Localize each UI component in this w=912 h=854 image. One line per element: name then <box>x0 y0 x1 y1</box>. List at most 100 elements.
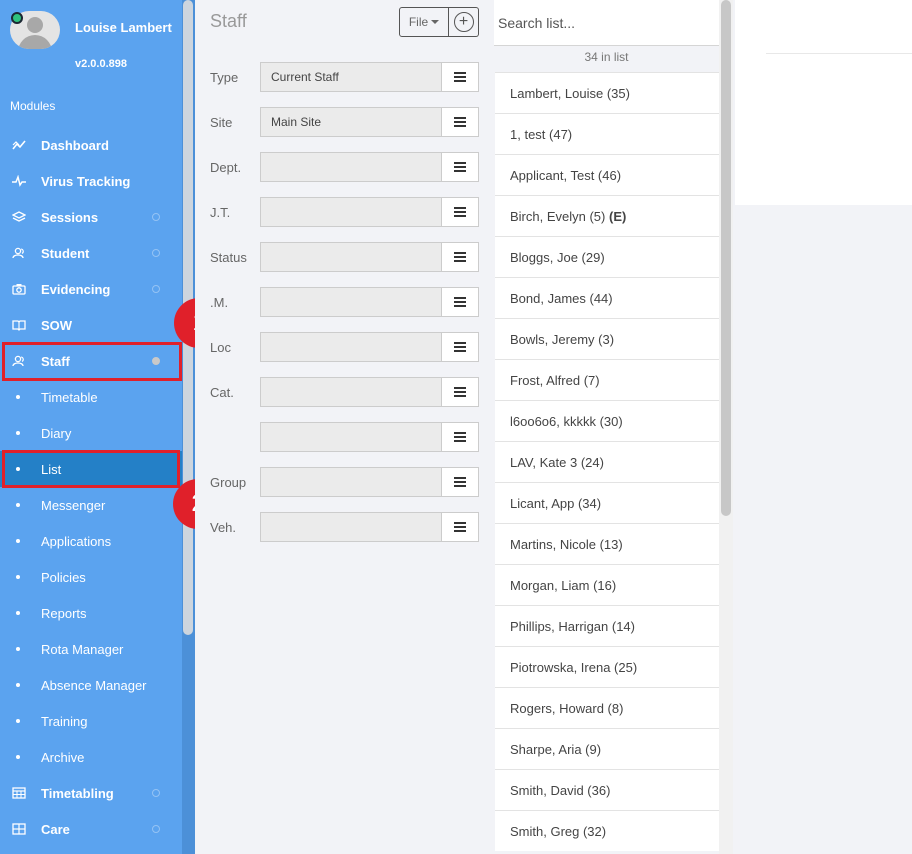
users-icon <box>10 247 28 259</box>
sidebar-item-label: Policies <box>41 569 86 585</box>
filter-label: Group <box>210 475 247 490</box>
sidebar-subitem-timetable[interactable]: Timetable <box>0 379 182 415</box>
filter-menu-button[interactable] <box>441 242 479 272</box>
sidebar-item-care[interactable]: Care <box>0 811 182 847</box>
status-indicator <box>152 213 160 221</box>
sidebar-item-label: Timetabling <box>41 785 114 801</box>
list-item-name: Rogers, Howard (8) <box>510 701 624 716</box>
filter-select-dept[interactable] <box>260 152 442 182</box>
filter-menu-button[interactable] <box>441 422 479 452</box>
filter-select-lm[interactable] <box>260 287 442 317</box>
detail-header-panel <box>735 0 912 205</box>
filter-select-cat[interactable] <box>260 377 442 407</box>
filter-menu-button[interactable] <box>441 287 479 317</box>
book-icon <box>10 319 28 331</box>
list-item[interactable]: Piotrowska, Irena (25) <box>495 646 719 687</box>
sidebar-subitem-reports[interactable]: Reports <box>0 595 182 631</box>
sidebar-item-label: Timetable <box>41 389 98 405</box>
list-item-name: Phillips, Harrigan (14) <box>510 619 635 634</box>
list-item-name: Bond, James (44) <box>510 291 613 306</box>
list-item[interactable]: Birch, Evelyn (5) (E) <box>495 195 719 236</box>
sidebar-item-label: Diary <box>41 425 72 441</box>
list-item[interactable]: Bond, James (44) <box>495 277 719 318</box>
sidebar-item-label: Sessions <box>41 209 99 225</box>
filter-menu-button[interactable] <box>441 197 479 227</box>
sidebar-item-virus-tracking[interactable]: Virus Tracking <box>0 163 182 199</box>
list-item[interactable]: Sharpe, Aria (9) <box>495 728 719 769</box>
filter-select-site[interactable]: Main Site <box>260 107 442 137</box>
sidebar-item-evidencing[interactable]: Evidencing <box>0 271 182 307</box>
filter-select-type[interactable]: Current Staff <box>260 62 442 92</box>
filter-menu-button[interactable] <box>441 467 479 497</box>
page-title: Staff <box>210 11 247 31</box>
divider <box>766 53 912 54</box>
sidebar-subitem-diary[interactable]: Diary <box>0 415 182 451</box>
layers-icon <box>10 211 28 223</box>
list-item-tag: (E) <box>609 209 627 224</box>
filter-menu-button[interactable] <box>441 332 479 362</box>
camera-icon <box>10 283 28 295</box>
filter-select-jt[interactable] <box>260 197 442 227</box>
list-item[interactable]: Licant, App (34) <box>495 482 719 523</box>
filter-menu-button[interactable] <box>441 512 479 542</box>
sidebar-subitem-applications[interactable]: Applications <box>0 523 182 559</box>
menu-icon <box>454 297 466 307</box>
list-item[interactable]: Phillips, Harrigan (14) <box>495 605 719 646</box>
add-button[interactable]: + <box>449 7 479 37</box>
list-item[interactable]: 1, test (47) <box>495 113 719 154</box>
sidebar-item-label: Care <box>41 821 70 837</box>
sidebar-item-sessions[interactable]: Sessions <box>0 199 182 235</box>
list-item-name: Martins, Nicole (13) <box>510 537 623 552</box>
filter-select-unlabeled[interactable] <box>260 422 442 452</box>
file-menu-button[interactable]: File <box>399 7 449 37</box>
filter-select-veh[interactable] <box>260 512 442 542</box>
menu-icon <box>454 162 466 172</box>
list-item[interactable]: Martins, Nicole (13) <box>495 523 719 564</box>
sidebar-item-label: Archive <box>41 749 85 765</box>
status-indicator <box>152 789 160 797</box>
filter-row-unlabeled <box>195 422 494 452</box>
sidebar-item-timetabling[interactable]: Timetabling <box>0 775 182 811</box>
filter-label: Veh. <box>210 520 237 535</box>
staff-list: Lambert, Louise (35) 1, test (47) Applic… <box>495 72 719 851</box>
list-item-name: Piotrowska, Irena (25) <box>510 660 638 675</box>
menu-icon <box>454 207 466 217</box>
filter-select-loc[interactable] <box>260 332 442 362</box>
filter-menu-button[interactable] <box>441 377 479 407</box>
list-item[interactable]: Bowls, Jeremy (3) <box>495 318 719 359</box>
list-item[interactable]: Morgan, Liam (16) <box>495 564 719 605</box>
filter-menu-button[interactable] <box>441 152 479 182</box>
search-input[interactable] <box>494 0 719 46</box>
highlight-box-staff <box>2 342 182 381</box>
sidebar-item-student[interactable]: Student <box>0 235 182 271</box>
list-item[interactable]: Smith, Greg (32) <box>495 810 719 851</box>
list-item[interactable]: Lambert, Louise (35) <box>495 72 719 113</box>
sidebar-subitem-absence-manager[interactable]: Absence Manager <box>0 667 182 703</box>
filter-label: Loc <box>210 340 231 355</box>
list-item[interactable]: LAV, Kate 3 (24) <box>495 441 719 482</box>
filter-select-group[interactable] <box>260 467 442 497</box>
filter-select-status[interactable] <box>260 242 442 272</box>
list-scroll-thumb[interactable] <box>721 0 731 516</box>
sidebar-item-dashboard[interactable]: Dashboard <box>0 127 182 163</box>
list-item[interactable]: Applicant, Test (46) <box>495 154 719 195</box>
filter-row-jt: J.T. <box>195 197 494 227</box>
sidebar-subitem-policies[interactable]: Policies <box>0 559 182 595</box>
list-item[interactable]: Rogers, Howard (8) <box>495 687 719 728</box>
filter-label: Site <box>210 115 233 130</box>
list-item[interactable]: Smith, David (36) <box>495 769 719 810</box>
sidebar-subitem-archive[interactable]: Archive <box>0 739 182 775</box>
list-item[interactable]: l6oo6o6, kkkkk (30) <box>495 400 719 441</box>
bullet-icon <box>16 395 20 399</box>
sidebar-subitem-rota-manager[interactable]: Rota Manager <box>0 631 182 667</box>
filter-menu-button[interactable] <box>441 107 479 137</box>
list-item[interactable]: Bloggs, Joe (29) <box>495 236 719 277</box>
sidebar-item-label: Evidencing <box>41 281 111 297</box>
sidebar-subitem-messenger[interactable]: Messenger <box>0 487 182 523</box>
sidebar-item-label: Reports <box>41 605 87 621</box>
filter-menu-button[interactable] <box>441 62 479 92</box>
user-profile[interactable]: Louise Lambert v2.0.0.898 <box>0 0 182 80</box>
sidebar-subitem-training[interactable]: Training <box>0 703 182 739</box>
list-item[interactable]: Frost, Alfred (7) <box>495 359 719 400</box>
sidebar-item-sow[interactable]: SOW <box>0 307 182 343</box>
